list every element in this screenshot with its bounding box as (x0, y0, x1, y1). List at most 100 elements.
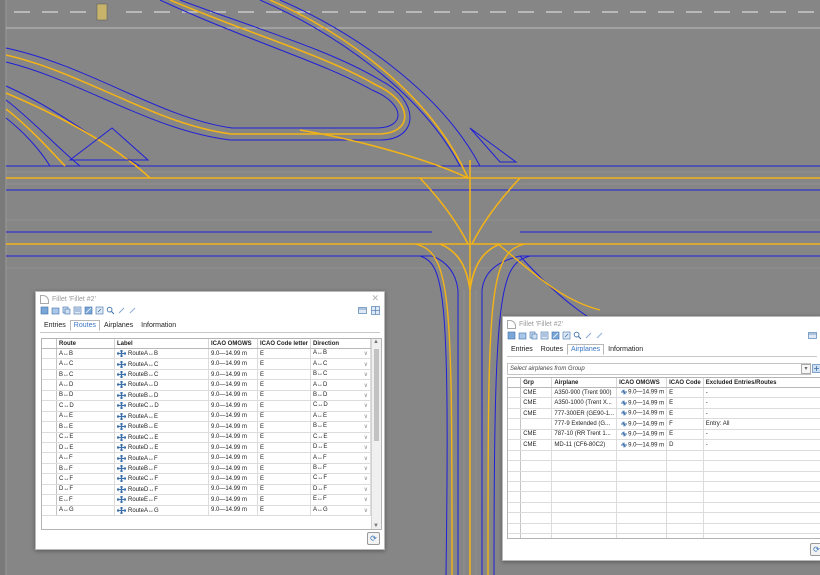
omgws-cell[interactable]: 9.0—14.99 m (208, 411, 258, 423)
label-cell[interactable]: RouteA↔B (114, 348, 209, 360)
chevron-down-icon[interactable]: ∨ (364, 465, 368, 472)
move-icon[interactable] (116, 433, 127, 441)
excluded-cell[interactable]: - (703, 387, 820, 399)
chevron-down-icon[interactable]: ∨ (364, 423, 368, 430)
close-icon[interactable]: ✕ (371, 293, 379, 304)
table-row[interactable]: CME MD-11 (CF6-80C2) 9.0—14.99 mD- (508, 439, 820, 451)
airplane-icon[interactable] (620, 400, 628, 406)
tab-routes[interactable]: Routes (69, 320, 100, 331)
add-airplane-icon[interactable] (812, 364, 820, 373)
move-icon[interactable] (116, 422, 127, 431)
copy-icon[interactable] (62, 306, 71, 315)
table-row[interactable]: A↔E RouteA↔E 9.0—14.99 m E A↔E ∨ (42, 411, 372, 423)
column-header-group[interactable]: Grp (520, 378, 553, 388)
code-letter-cell[interactable]: E (257, 452, 312, 464)
move-icon[interactable] (116, 370, 127, 379)
row-header[interactable] (42, 484, 57, 496)
table-row[interactable]: A↔G RouteA↔G 9.0—14.99 m E A↔G ∨ (42, 505, 372, 517)
label-cell[interactable]: RouteC↔D (114, 400, 209, 412)
column-header-label[interactable]: Label (114, 339, 209, 349)
open-icon[interactable] (518, 331, 527, 340)
omgws-cell[interactable]: 9.0—14.99 m (208, 390, 258, 402)
airplane-icon[interactable] (620, 389, 628, 395)
direction-cell[interactable]: E↔F ∨ (310, 494, 372, 506)
row-header[interactable] (508, 387, 522, 399)
chevron-down-icon[interactable]: ∨ (364, 402, 368, 409)
route-cell[interactable]: B↔C (56, 369, 115, 381)
move-icon[interactable] (116, 412, 127, 421)
label-cell[interactable]: RouteA↔D (114, 379, 209, 391)
table-row[interactable]: B↔C RouteB↔C 9.0—14.99 m E B↔C ∨ (42, 369, 372, 381)
direction-cell[interactable]: A↔C ∨ (310, 358, 372, 370)
label-cell[interactable]: RouteE↔F (114, 494, 209, 506)
code-cell[interactable]: D (666, 439, 704, 451)
chevron-down-icon[interactable]: ∨ (364, 382, 368, 389)
airplane-cell[interactable]: A350-900 (Trent 900) (551, 387, 618, 399)
label-cell[interactable]: RouteD↔E (114, 442, 209, 454)
table-row[interactable]: C↔D RouteC↔D 9.0—14.99 m E C↔D ∨ (42, 400, 372, 412)
column-header-omgws[interactable]: ICAO OMGWS (616, 378, 668, 388)
code-letter-cell[interactable]: E (257, 379, 312, 391)
table-row[interactable]: E↔F RouteE↔F 9.0—14.99 m E E↔F ∨ (42, 494, 372, 506)
label-cell[interactable]: RouteC↔F (114, 473, 209, 485)
code-letter-cell[interactable]: E (257, 442, 312, 454)
code-letter-cell[interactable]: E (257, 432, 312, 443)
table-row[interactable]: D↔E RouteD↔E 9.0—14.99 m E D↔E ∨ (42, 442, 372, 454)
omgws-cell[interactable]: 9.0—14.99 m (208, 369, 258, 381)
row-header[interactable] (508, 429, 522, 441)
code-letter-cell[interactable]: E (257, 369, 312, 381)
layout-icon[interactable] (808, 331, 817, 340)
label-cell[interactable]: RouteD↔F (114, 484, 209, 496)
row-header[interactable] (42, 390, 57, 402)
label-cell[interactable]: RouteB↔D (114, 390, 209, 402)
row-header[interactable] (42, 411, 57, 423)
code-letter-cell[interactable]: E (257, 484, 312, 496)
omgws-cell[interactable]: 9.0—14.99 m (616, 418, 668, 430)
move-icon[interactable] (116, 475, 127, 483)
direction-cell[interactable]: A↔F ∨ (310, 452, 372, 464)
table-row[interactable]: CME A350-900 (Trent 900) 9.0—14.99 mE- (508, 387, 820, 399)
export-icon[interactable] (95, 306, 104, 315)
row-header[interactable] (42, 379, 57, 391)
route-cell[interactable]: A↔F (56, 452, 115, 464)
omgws-cell[interactable]: 9.0—14.99 m (208, 473, 258, 485)
column-header-code[interactable]: ICAO Code (666, 378, 704, 388)
grid-icon[interactable] (371, 306, 380, 315)
route-cell[interactable]: C↔F (56, 473, 115, 485)
label-cell[interactable]: RouteB↔F (114, 463, 209, 475)
open-icon[interactable] (51, 306, 60, 315)
direction-cell[interactable]: B↔D ∨ (310, 390, 372, 402)
code-letter-cell[interactable]: E (257, 473, 312, 485)
tab-information[interactable]: Information (137, 320, 180, 331)
row-header[interactable] (42, 505, 57, 517)
row-header[interactable] (42, 421, 57, 433)
code-cell[interactable]: E (666, 408, 704, 420)
table-row[interactable]: D↔F RouteD↔F 9.0—14.99 m E D↔F ∨ (42, 484, 372, 496)
label-cell[interactable]: RouteB↔C (114, 369, 209, 381)
row-header[interactable] (42, 442, 57, 454)
chevron-down-icon[interactable]: ∨ (364, 496, 368, 503)
export-icon[interactable] (562, 331, 571, 340)
chevron-down-icon[interactable]: ∨ (364, 486, 368, 493)
column-header-airplane[interactable]: Airplane (551, 378, 618, 388)
chevron-down-icon[interactable]: ∨ (364, 371, 368, 378)
excluded-cell[interactable]: - (703, 397, 820, 409)
airplane-cell[interactable]: 777-300ER (GE90-1... (551, 408, 618, 420)
move-icon[interactable] (116, 349, 127, 358)
omgws-cell[interactable]: 9.0—14.99 m (208, 348, 258, 360)
table-row[interactable]: B↔E RouteB↔E 9.0—14.99 m E B↔E ∨ (42, 421, 372, 433)
airplane-icon[interactable] (620, 431, 628, 437)
direction-cell[interactable]: A↔D ∨ (310, 379, 372, 391)
airplane-cell[interactable]: A350-1000 (Trent X... (551, 397, 618, 409)
column-header-code-letter[interactable]: ICAO Code letter (257, 339, 312, 349)
tab-routes[interactable]: Routes (537, 344, 567, 355)
code-letter-cell[interactable]: E (257, 358, 312, 370)
omgws-cell[interactable]: 9.0—14.99 m (208, 400, 258, 412)
table-row[interactable]: A↔F RouteA↔F 9.0—14.99 m E A↔F ∨ (42, 452, 372, 464)
move-icon[interactable] (116, 402, 127, 410)
omgws-cell[interactable]: 9.0—14.99 m (208, 379, 258, 391)
scroll-up-icon[interactable]: ▲ (373, 339, 379, 345)
omgws-cell[interactable]: 9.0—14.99 m (616, 387, 668, 399)
edit-icon[interactable] (84, 306, 93, 315)
code-letter-cell[interactable]: E (257, 421, 312, 433)
